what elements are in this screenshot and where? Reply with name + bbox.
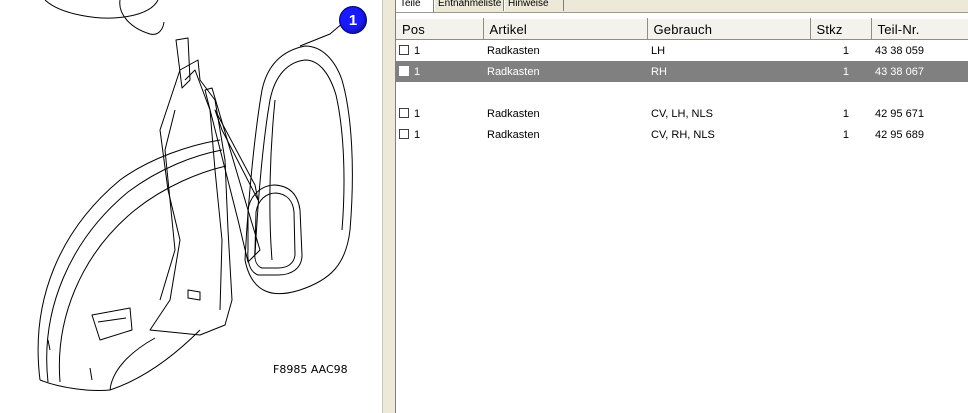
callout-number-badge[interactable]: 1 — [339, 6, 367, 34]
teil-nr-cell: 43 38 059 — [875, 44, 924, 57]
tab-strip: Teile Entnahmeliste Hinweise — [396, 0, 968, 13]
pos-cell: 1 — [396, 103, 483, 124]
artikel-cell: Radkasten — [487, 44, 540, 57]
pos-cell: 1 — [396, 40, 483, 62]
artikel-cell: Radkasten — [487, 128, 540, 141]
pos-value: 1 — [414, 44, 421, 57]
teil-nr-cell: 42 95 671 — [875, 107, 924, 120]
parts-drawing-pane: 1 F8985 AAC98 — [0, 0, 382, 413]
empty-cell — [396, 82, 968, 103]
pos-cell: 1 — [396, 61, 483, 82]
table-row[interactable]: 1 Radkasten CV, LH, NLS 1 42 95 671 — [396, 103, 968, 124]
parts-table: Pos Artikel Gebrauch Stkz Teil-Nr. 1 Rad… — [396, 18, 968, 145]
gebrauch-cell: CV, RH, NLS — [651, 128, 715, 141]
column-header-pos[interactable]: Pos — [396, 18, 484, 40]
artikel-cell: Radkasten — [487, 107, 540, 120]
stkz-cell: 1 — [842, 44, 849, 57]
tab-hinweise[interactable]: Hinweise — [504, 0, 564, 11]
table-row-selected[interactable]: 1 Radkasten RH 1 43 38 067 — [396, 61, 968, 82]
table-row-empty — [396, 82, 968, 103]
pane-splitter[interactable] — [382, 0, 396, 413]
stkz-cell: 1 — [842, 107, 849, 120]
column-header-teil-nr[interactable]: Teil-Nr. — [871, 18, 968, 40]
table-row[interactable]: 1 Radkasten LH 1 43 38 059 — [396, 40, 968, 62]
tab-teile[interactable]: Teile — [396, 0, 434, 12]
pos-value: 1 — [414, 65, 421, 78]
column-header-stkz[interactable]: Stkz — [810, 18, 872, 40]
gebrauch-cell: LH — [651, 44, 666, 57]
stkz-cell: 1 — [842, 128, 849, 141]
column-header-artikel[interactable]: Artikel — [483, 18, 648, 40]
column-header-gebrauch[interactable]: Gebrauch — [647, 18, 811, 40]
artikel-cell: Radkasten — [483, 61, 647, 82]
gebrauch-cell: RH — [647, 61, 810, 82]
wheel-housing-drawing — [37, 0, 353, 391]
row-checkbox[interactable] — [399, 107, 409, 118]
parts-list-pane: Teile Entnahmeliste Hinweise Pos Artikel… — [396, 0, 968, 413]
table-row[interactable]: 1 Radkasten CV, RH, NLS 1 42 95 689 — [396, 124, 968, 145]
pos-value: 1 — [414, 107, 421, 120]
drawing-code-label: F8985 AAC98 — [273, 363, 348, 376]
gebrauch-cell: CV, LH, NLS — [651, 107, 713, 120]
teil-nr-cell: 42 95 689 — [875, 128, 924, 141]
row-checkbox[interactable] — [399, 65, 409, 76]
pos-value: 1 — [414, 128, 421, 141]
tab-entnahmeliste[interactable]: Entnahmeliste — [434, 0, 504, 11]
row-checkbox[interactable] — [399, 128, 409, 139]
teil-nr-cell: 43 38 067 — [871, 61, 968, 82]
row-checkbox[interactable] — [399, 44, 409, 55]
stkz-cell: 1 — [810, 61, 871, 82]
table-header-row: Pos Artikel Gebrauch Stkz Teil-Nr. — [396, 18, 968, 40]
pos-cell: 1 — [396, 124, 483, 145]
